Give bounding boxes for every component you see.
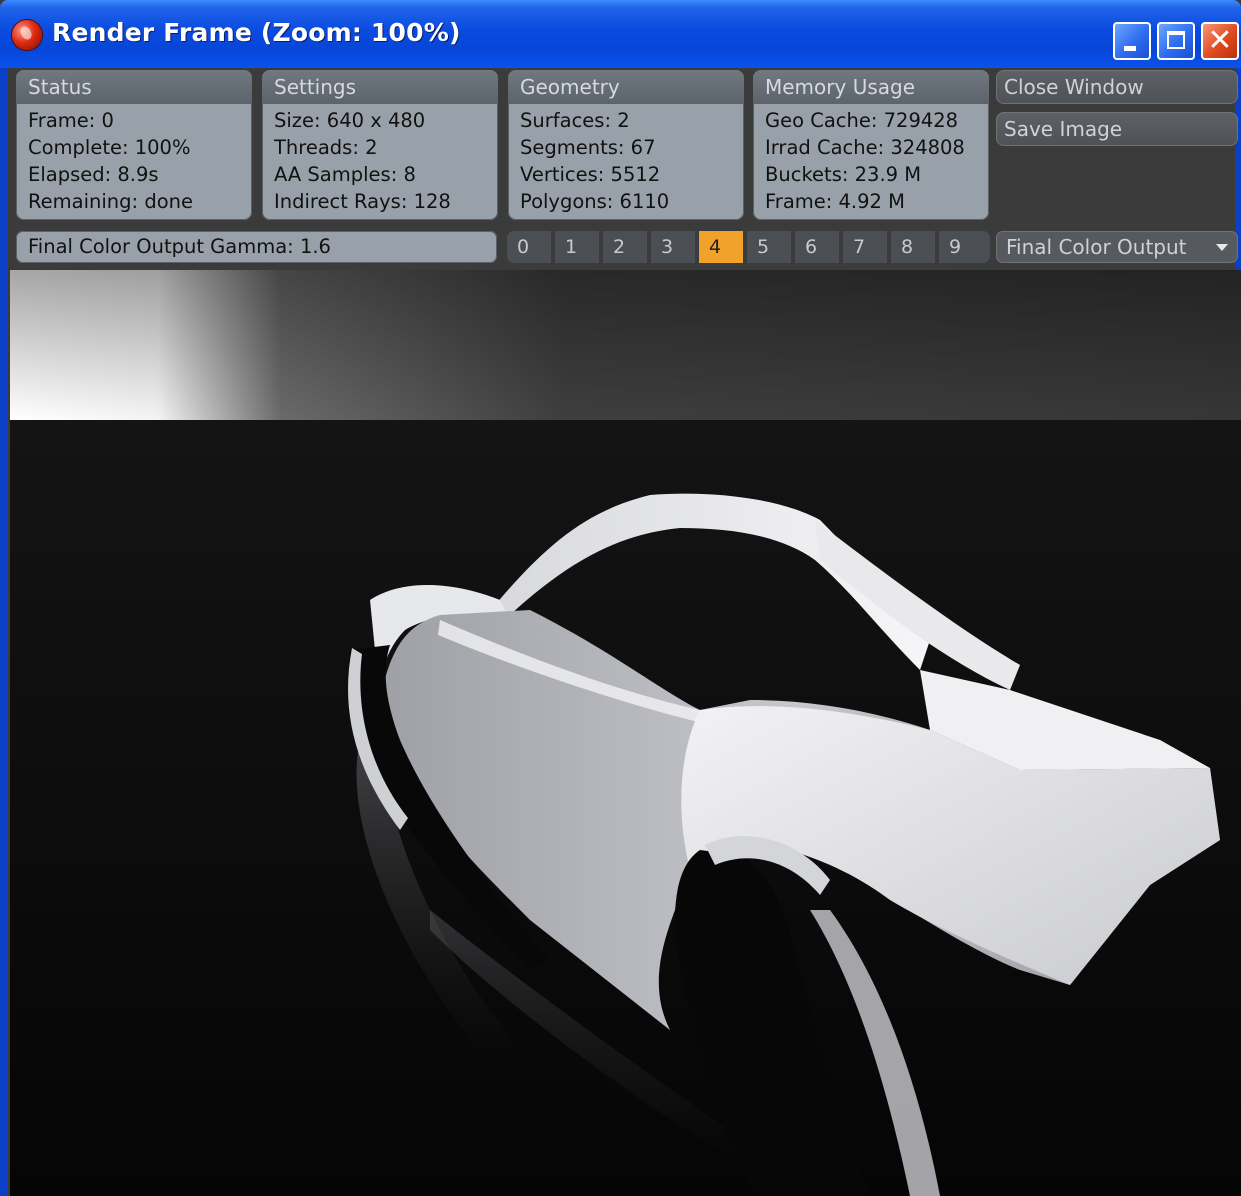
memory-usage-panel: Memory Usage Geo Cache: 729428 Irrad Cac… <box>753 70 989 220</box>
maximize-button[interactable] <box>1157 22 1195 60</box>
memory-geo-cache: Geo Cache: 729428 <box>765 109 959 132</box>
status-frame: Frame: 0 <box>28 109 114 132</box>
close-button[interactable]: ✕ <box>1201 22 1239 60</box>
gamma-field[interactable]: Final Color Output Gamma: 1.6 <box>16 231 497 263</box>
client-area: Status Frame: 0 Complete: 100% Elapsed: … <box>8 68 1241 1196</box>
title-bar[interactable]: Render Frame (Zoom: 100%) ✕ <box>0 0 1241 68</box>
minimize-button[interactable] <box>1113 22 1151 60</box>
buffer-tab-4[interactable]: 4 <box>699 231 745 263</box>
geometry-vertices: Vertices: 5512 <box>520 163 661 186</box>
window-title: Render Frame (Zoom: 100%) <box>52 18 461 47</box>
memory-panel-title: Memory Usage <box>753 70 989 104</box>
status-elapsed: Elapsed: 8.9s <box>28 163 159 186</box>
status-remaining: Remaining: done <box>28 190 193 213</box>
geometry-polygons: Polygons: 6110 <box>520 190 670 213</box>
memory-irrad-cache: Irrad Cache: 324808 <box>765 136 965 159</box>
buffer-tab-3[interactable]: 3 <box>651 231 697 263</box>
settings-threads: Threads: 2 <box>274 136 378 159</box>
output-select[interactable]: Final Color Output <box>996 231 1238 263</box>
rendered-car-image <box>10 270 1241 1196</box>
buffer-tab-5[interactable]: 5 <box>747 231 793 263</box>
buffer-tab-strip: 0 1 2 3 4 5 6 7 8 9 <box>507 231 990 263</box>
save-image-button[interactable]: Save Image <box>996 112 1238 146</box>
geometry-segments: Segments: 67 <box>520 136 656 159</box>
buffer-tab-9[interactable]: 9 <box>939 231 990 263</box>
buffer-tab-0[interactable]: 0 <box>507 231 553 263</box>
status-complete: Complete: 100% <box>28 136 191 159</box>
settings-indirect-rays: Indirect Rays: 128 <box>274 190 451 213</box>
app-icon <box>12 20 42 50</box>
settings-panel-title: Settings <box>262 70 498 104</box>
geometry-surfaces: Surfaces: 2 <box>520 109 630 132</box>
settings-size: Size: 640 x 480 <box>274 109 426 132</box>
render-frame-window: Render Frame (Zoom: 100%) ✕ Status Frame… <box>0 0 1241 1196</box>
buffer-tab-8[interactable]: 8 <box>891 231 937 263</box>
status-panel: Status Frame: 0 Complete: 100% Elapsed: … <box>16 70 252 220</box>
buffer-tab-2[interactable]: 2 <box>603 231 649 263</box>
buffer-tab-6[interactable]: 6 <box>795 231 841 263</box>
buffer-tab-7[interactable]: 7 <box>843 231 889 263</box>
chevron-down-icon <box>1216 244 1228 251</box>
settings-panel: Settings Size: 640 x 480 Threads: 2 AA S… <box>262 70 498 220</box>
memory-frame: Frame: 4.92 M <box>765 190 905 213</box>
render-viewport[interactable] <box>10 270 1241 1196</box>
settings-aa-samples: AA Samples: 8 <box>274 163 416 186</box>
status-panel-title: Status <box>16 70 252 104</box>
geometry-panel: Geometry Surfaces: 2 Segments: 67 Vertic… <box>508 70 744 220</box>
geometry-panel-title: Geometry <box>508 70 744 104</box>
memory-buckets: Buckets: 23.9 M <box>765 163 922 186</box>
output-select-value: Final Color Output <box>1006 235 1187 259</box>
close-icon: ✕ <box>1207 23 1233 58</box>
close-window-button[interactable]: Close Window <box>996 70 1238 104</box>
buffer-tab-1[interactable]: 1 <box>555 231 601 263</box>
